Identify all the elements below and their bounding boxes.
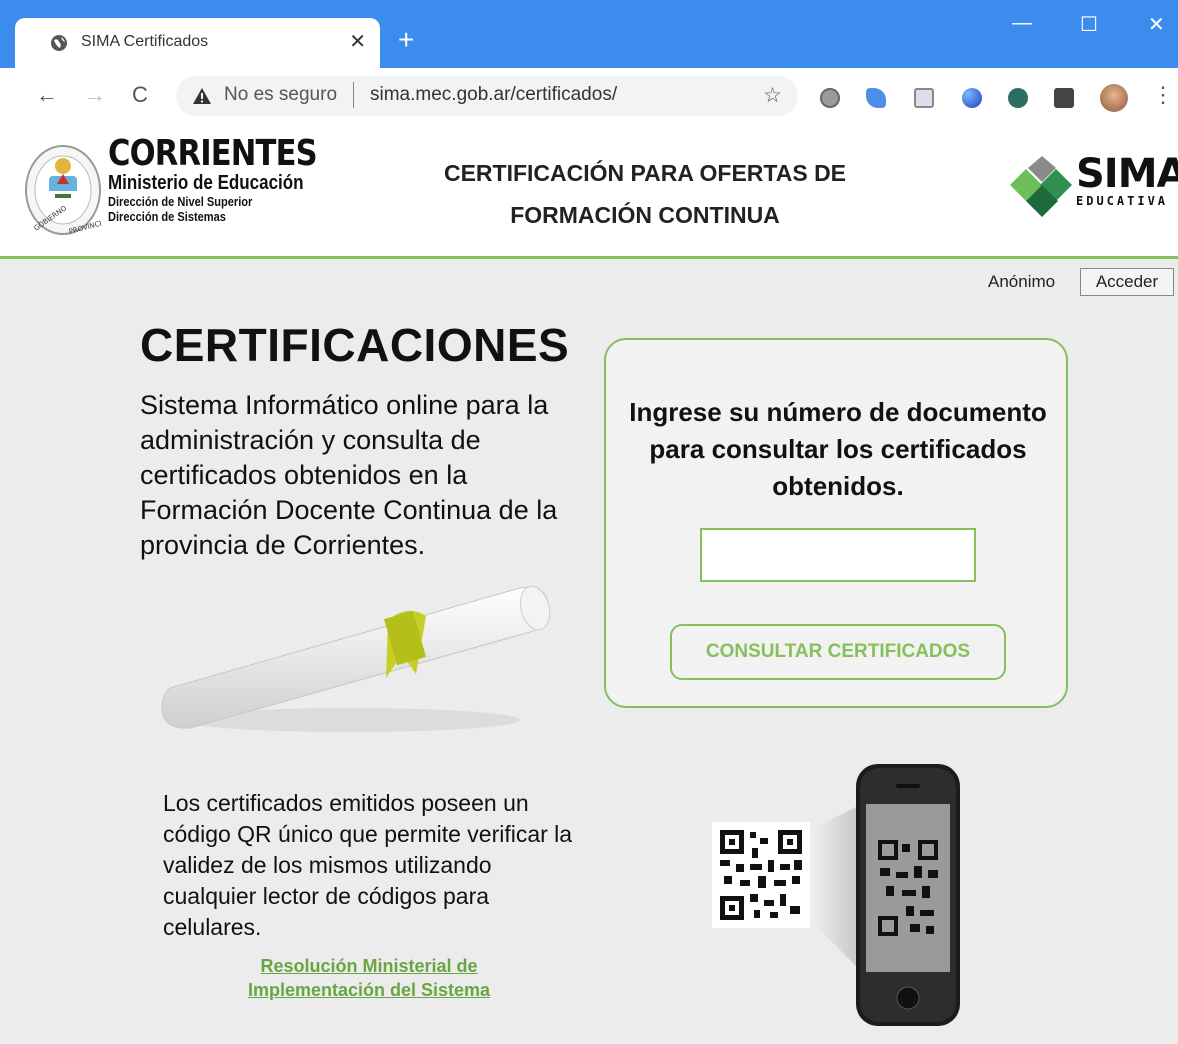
extensions-puzzle-icon[interactable] bbox=[1054, 88, 1074, 108]
direction-sistemas: Dirección de Sistemas bbox=[108, 209, 226, 224]
bookmark-star-icon[interactable]: ☆ bbox=[763, 83, 782, 108]
reload-button[interactable]: C bbox=[132, 82, 148, 108]
address-separator bbox=[353, 82, 354, 108]
new-tab-button[interactable]: + bbox=[398, 26, 414, 54]
browser-menu-icon[interactable]: ⋮ bbox=[1152, 82, 1174, 108]
province-seal-icon: GOBIERNO PROVINCIAL bbox=[25, 145, 102, 236]
intro-text: Sistema Informático online para la admin… bbox=[140, 390, 558, 560]
phone-qr-scan-image bbox=[712, 764, 960, 1026]
search-card: Ingrese su número de documento para cons… bbox=[604, 338, 1068, 708]
sima-title: SIMA bbox=[1076, 151, 1178, 197]
ministry-brand: CORRIENTES Ministerio de Educación Direc… bbox=[108, 133, 354, 225]
browser-toolbar: ← → C No es seguro sima.mec.gob.ar/certi… bbox=[0, 68, 1178, 127]
search-prompt: Ingrese su número de documento para cons… bbox=[629, 397, 1047, 501]
minimize-button[interactable]: — bbox=[1012, 12, 1032, 35]
extension-cast-icon[interactable] bbox=[914, 88, 934, 108]
qr-info-text: Los certificados emitidos poseen un códi… bbox=[163, 790, 573, 940]
ministry-name: Ministerio de Educación bbox=[108, 172, 304, 194]
header-title-line1: CERTIFICACIÓN PARA OFERTAS DE bbox=[443, 160, 847, 186]
document-number-input[interactable] bbox=[700, 528, 976, 582]
close-window-button[interactable]: ✕ bbox=[1148, 12, 1165, 37]
consult-certificates-button[interactable]: CONSULTAR CERTIFICADOS bbox=[670, 624, 1006, 680]
profile-avatar[interactable] bbox=[1100, 84, 1128, 112]
extension-shield-icon[interactable] bbox=[1008, 88, 1028, 108]
extension-feather-icon[interactable] bbox=[866, 88, 886, 108]
direction-superior: Dirección de Nivel Superior bbox=[108, 194, 253, 209]
extension-circle-icon[interactable] bbox=[820, 88, 840, 108]
page-title: CERTIFICACIONES bbox=[140, 319, 570, 371]
forward-button[interactable]: → bbox=[84, 82, 106, 108]
user-label: Anónimo bbox=[988, 272, 1056, 291]
address-bar[interactable]: No es seguro sima.mec.gob.ar/certificado… bbox=[176, 76, 798, 116]
site-header: GOBIERNO PROVINCIAL CORRIENTES Ministeri… bbox=[0, 126, 1178, 259]
browser-tab-bar: SIMA Certificados ✕ + — ☐ ✕ bbox=[0, 0, 1178, 68]
not-secure-label: No es seguro bbox=[224, 84, 338, 105]
extension-orb-icon[interactable] bbox=[962, 88, 982, 108]
resolution-link[interactable]: Resolución Ministerial de Implementación… bbox=[220, 954, 518, 1002]
tab-close-icon[interactable]: ✕ bbox=[349, 29, 366, 54]
browser-tab[interactable]: SIMA Certificados ✕ bbox=[15, 18, 380, 68]
sima-subtitle: EDUCATIVA bbox=[1076, 194, 1169, 208]
login-button[interactable]: Acceder bbox=[1080, 268, 1174, 296]
diploma-scroll-image bbox=[161, 585, 551, 732]
warning-icon bbox=[193, 88, 211, 104]
header-title-line2: FORMACIÓN CONTINUA bbox=[510, 202, 780, 228]
globe-icon bbox=[51, 35, 67, 51]
sima-logo-icon bbox=[1010, 156, 1072, 217]
page-header-title: CERTIFICACIÓN PARA OFERTAS DE FORMACIÓN … bbox=[400, 152, 890, 236]
province-name: CORRIENTES bbox=[108, 133, 318, 174]
maximize-button[interactable]: ☐ bbox=[1080, 12, 1098, 37]
url-text[interactable]: sima.mec.gob.ar/certificados/ bbox=[370, 84, 617, 106]
back-button[interactable]: ← bbox=[36, 82, 58, 108]
sima-wordmark: SIMA EDUCATIVA bbox=[1076, 154, 1178, 208]
tab-title: SIMA Certificados bbox=[81, 33, 209, 50]
